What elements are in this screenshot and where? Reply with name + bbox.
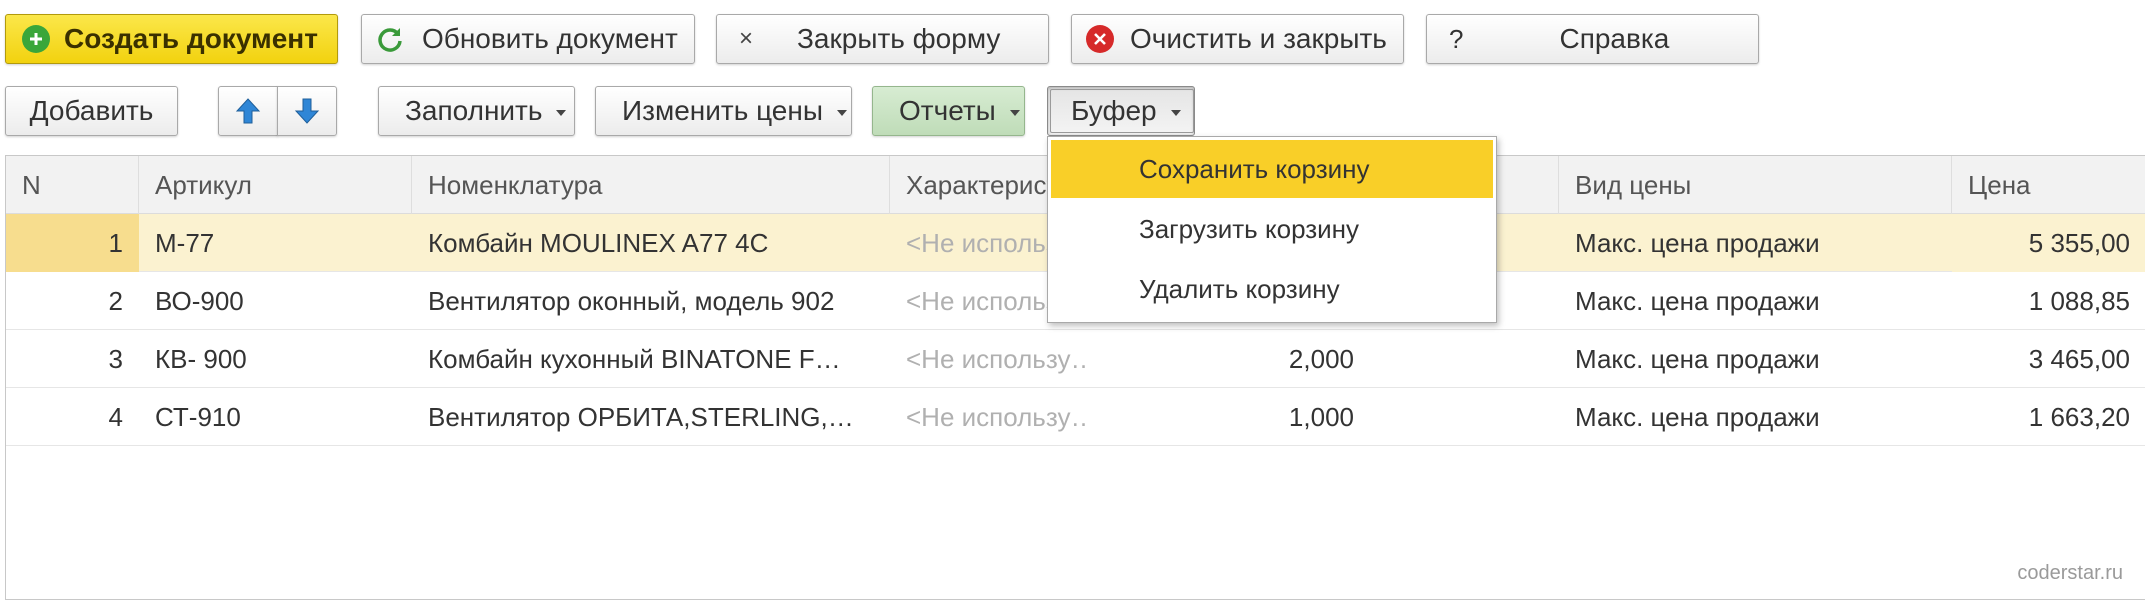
row-price-type: Макс. цена продажи [1575, 286, 1820, 316]
help-button[interactable]: ? Справка [1426, 14, 1759, 64]
help-icon: ? [1449, 23, 1464, 54]
row-article: КВ- 900 [155, 344, 247, 374]
clear-x-circle-icon [1086, 25, 1114, 53]
row-characteristic: <Не используется> [906, 228, 1050, 258]
row-number: 2 [108, 286, 123, 316]
create-document-button[interactable]: Создать документ [5, 14, 338, 64]
column-header-nomenclature[interactable]: Номенклатура [412, 156, 890, 214]
row-characteristic: <Не используется> [906, 286, 1050, 316]
row-nomenclature: Комбайн MOULINEX A77 4C [428, 228, 769, 258]
fill-label: Заполнить [405, 95, 543, 126]
create-document-label: Создать документ [64, 23, 318, 54]
row-article: ВО-900 [155, 286, 244, 316]
reports-dropdown-button[interactable]: Отчеты [872, 86, 1025, 136]
clear-and-close-label: Очистить и закрыть [1130, 23, 1387, 54]
row-price-type: Макс. цена продажи [1575, 402, 1820, 432]
row-characteristic: <Не использу… [906, 344, 1090, 374]
move-up-button[interactable] [218, 86, 278, 136]
close-form-label: Закрыть форму [797, 23, 1001, 54]
row-nomenclature: Вентилятор оконный, модель 902 [428, 286, 835, 316]
buffer-dropdown-menu: Сохранить корзину Загрузить корзину Удал… [1047, 136, 1497, 323]
menu-item-load-cart[interactable]: Загрузить корзину [1051, 200, 1493, 258]
row-number: 4 [108, 402, 123, 432]
add-label: Добавить [29, 95, 154, 126]
row-price-type: Макс. цена продажи [1575, 228, 1820, 258]
close-icon: × [739, 25, 754, 52]
row-price-type: Макс. цена продажи [1575, 344, 1820, 374]
row-price: 3 465,00 [2028, 344, 2130, 374]
clear-and-close-button[interactable]: Очистить и закрыть [1071, 14, 1404, 64]
add-button[interactable]: Добавить [5, 86, 178, 136]
refresh-document-button[interactable]: Обновить документ [361, 14, 695, 64]
menu-item-delete-cart[interactable]: Удалить корзину [1051, 260, 1493, 318]
refresh-icon [376, 25, 404, 53]
row-characteristic: <Не использу… [906, 402, 1090, 432]
column-header-price-type[interactable]: Вид цены [1559, 156, 1952, 214]
row-article: М-77 [155, 228, 215, 258]
fill-dropdown-button[interactable]: Заполнить [378, 86, 575, 136]
change-prices-dropdown-button[interactable]: Изменить цены [595, 86, 852, 136]
close-form-button[interactable]: × Закрыть форму [716, 14, 1049, 64]
table-row[interactable]: 3 КВ- 900 Комбайн кухонный BINATONE F… <… [6, 330, 2145, 388]
change-prices-label: Изменить цены [622, 95, 823, 126]
row-nomenclature: Комбайн кухонный BINATONE F… [428, 344, 841, 374]
chevron-down-icon [836, 110, 847, 116]
reports-label: Отчеты [899, 95, 996, 126]
buffer-focus-frame: Буфер [1050, 89, 1194, 133]
chevron-down-icon [1170, 110, 1181, 116]
row-quantity: 2,000 [1288, 344, 1354, 374]
chevron-down-icon [1009, 110, 1020, 116]
row-number: 1 [6, 214, 139, 272]
row-number: 3 [108, 344, 123, 374]
watermark: coderstar.ru [2017, 562, 2123, 584]
plus-circle-icon [22, 25, 50, 53]
row-price: 1 663,20 [2028, 402, 2130, 432]
row-quantity: 1,000 [1288, 402, 1354, 432]
arrow-up-icon [235, 97, 261, 125]
row-article: СТ-910 [155, 402, 241, 432]
row-price: 1 088,85 [2028, 286, 2130, 316]
row-price: 5 355,00 [1952, 214, 2145, 272]
chevron-down-icon [556, 110, 567, 116]
help-label: Справка [1559, 23, 1670, 54]
move-down-button[interactable] [277, 86, 337, 136]
table-row[interactable]: 4 СТ-910 Вентилятор ОРБИТА,STERLING,… <Н… [6, 388, 2145, 446]
arrow-down-icon [294, 97, 320, 125]
buffer-dropdown-button[interactable]: Буфер [1047, 86, 1195, 136]
column-header-n[interactable]: N [6, 156, 139, 214]
refresh-document-label: Обновить документ [422, 23, 678, 54]
menu-item-save-cart[interactable]: Сохранить корзину [1051, 140, 1493, 198]
column-header-article[interactable]: Артикул [139, 156, 412, 214]
row-nomenclature: Вентилятор ОРБИТА,STERLING,… [428, 402, 854, 432]
buffer-label: Буфер [1071, 95, 1157, 126]
column-header-price[interactable]: Цена [1952, 156, 2145, 214]
